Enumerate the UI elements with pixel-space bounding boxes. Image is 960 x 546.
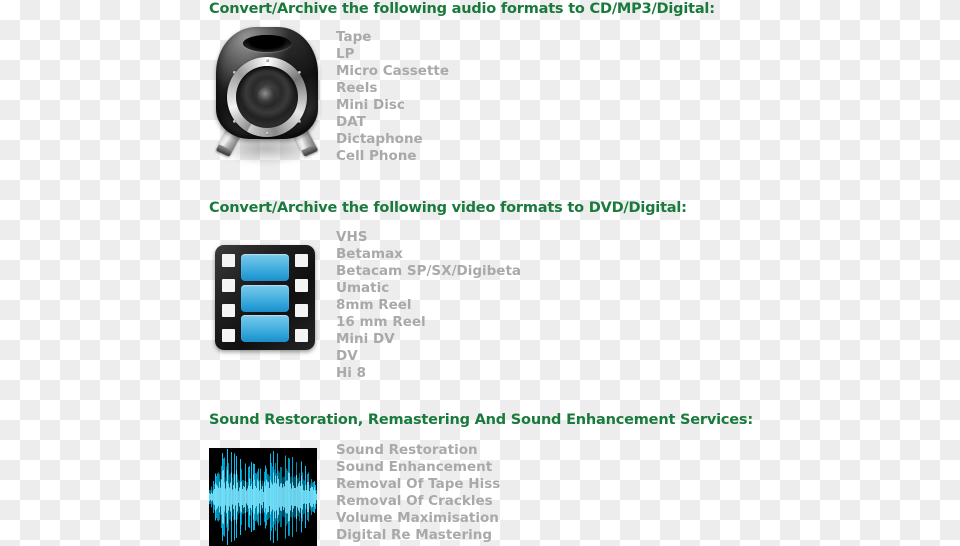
list-item: Betamax bbox=[336, 246, 403, 262]
list-item: 8mm Reel bbox=[336, 297, 412, 313]
film-sprocket-hole bbox=[295, 329, 308, 342]
list-item: Mini DV bbox=[336, 331, 395, 347]
film-frames bbox=[241, 254, 289, 342]
film-sprocket-hole bbox=[222, 304, 235, 317]
film-sprocket-hole bbox=[295, 279, 308, 292]
list-item: Removal Of Crackles bbox=[336, 493, 493, 509]
list-item: Sound Enhancement bbox=[336, 459, 493, 475]
audio-section-heading: Convert/Archive the following audio form… bbox=[209, 1, 715, 17]
restoration-section-heading: Sound Restoration, Remastering And Sound… bbox=[209, 412, 753, 428]
film-sprockets-left bbox=[222, 254, 235, 342]
waveform-graphic bbox=[209, 448, 317, 546]
speaker-bass-port bbox=[243, 35, 291, 52]
list-item: 16 mm Reel bbox=[336, 314, 426, 330]
list-item: Umatic bbox=[336, 280, 390, 296]
list-item: Cell Phone bbox=[336, 148, 417, 164]
speaker-screw bbox=[298, 120, 301, 123]
film-frame bbox=[241, 315, 289, 342]
list-item: DAT bbox=[336, 114, 366, 130]
list-item: Reels bbox=[336, 80, 378, 96]
speaker-screw bbox=[233, 120, 236, 123]
film-sprocket-hole bbox=[222, 279, 235, 292]
list-item: Volume Maximisation bbox=[336, 510, 499, 526]
film-sprocket-hole bbox=[222, 329, 235, 342]
audio-waveform-image bbox=[209, 448, 317, 546]
speaker-icon bbox=[208, 27, 326, 165]
video-section-heading: Convert/Archive the following video form… bbox=[209, 200, 687, 216]
speaker-body bbox=[216, 27, 318, 139]
list-item: Betacam SP/SX/Digibeta bbox=[336, 263, 522, 279]
list-item: Removal Of Tape Hiss bbox=[336, 476, 501, 492]
speaker-screw bbox=[298, 71, 301, 74]
film-strip-icon bbox=[215, 245, 315, 350]
list-item: Tape bbox=[336, 29, 372, 45]
film-sprocket-hole bbox=[295, 254, 308, 267]
list-item: Hi 8 bbox=[336, 365, 367, 381]
film-frame bbox=[241, 254, 289, 281]
speaker-screw bbox=[265, 132, 269, 135]
list-item: LP bbox=[336, 46, 355, 62]
restoration-service-list: Sound Restoration Sound Enhancement Remo… bbox=[336, 442, 500, 544]
film-frame bbox=[241, 284, 289, 312]
list-item: DV bbox=[336, 348, 358, 364]
audio-format-list: Tape LP Micro Cassette Reels Mini Disc D… bbox=[336, 29, 449, 165]
list-item: Dictaphone bbox=[336, 131, 423, 147]
speaker-chrome-ring bbox=[227, 57, 307, 137]
speaker-cone bbox=[236, 66, 298, 128]
film-sprocket-hole bbox=[295, 304, 308, 317]
video-format-list: VHS Betamax Betacam SP/SX/Digibeta Umati… bbox=[336, 229, 521, 382]
speaker-screw bbox=[233, 71, 236, 74]
list-item: Sound Restoration bbox=[336, 442, 478, 458]
list-item: VHS bbox=[336, 229, 368, 245]
list-item: Digital Re Mastering bbox=[336, 527, 493, 543]
film-sprocket-hole bbox=[222, 254, 235, 267]
services-page: Convert/Archive the following audio form… bbox=[0, 0, 960, 546]
list-item: Micro Cassette bbox=[336, 63, 450, 79]
film-sprockets-right bbox=[295, 254, 308, 342]
list-item: Mini Disc bbox=[336, 97, 405, 113]
speaker-screw bbox=[265, 59, 269, 62]
